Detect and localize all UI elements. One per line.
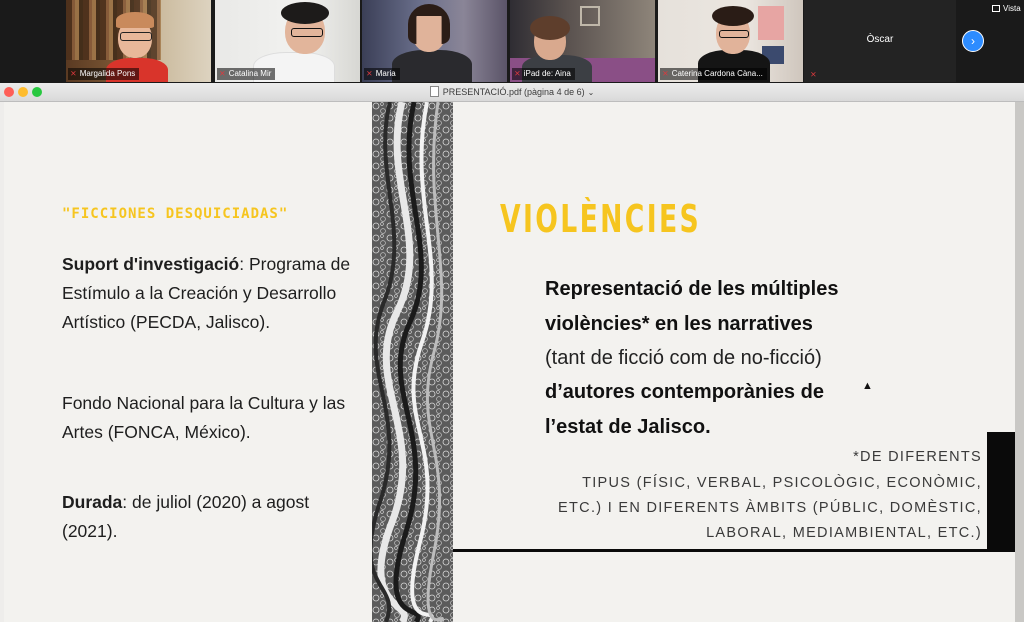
note-accent-bar (987, 432, 1015, 552)
footnote-line: TIPUS (FÍSIC, VERBAL, PSICOLÒGIC, ECONÒM… (582, 475, 982, 491)
participant-name: Margalida Pons (79, 69, 136, 78)
participant-tile-oscar[interactable]: Òscar ⨯ (804, 0, 956, 82)
marble-pattern (372, 102, 453, 622)
view-button[interactable]: Vista (992, 4, 1021, 13)
window-title[interactable]: PRESENTACIÓ.pdf (pàgina 4 de 6) ⌄ (0, 86, 1024, 97)
pdf-viewer-window: PRESENTACIÓ.pdf (pàgina 4 de 6) ⌄ "FICCIO… (0, 83, 1024, 622)
participant-name: Catalina Mir (228, 69, 272, 78)
footnote-line: *DE DIFERENTS (853, 449, 982, 465)
description-line: violències* en les narratives (545, 313, 813, 335)
muted-mic-icon: ⨯ (366, 69, 373, 78)
participant-name-tag: ⨯ Margalida Pons (68, 68, 140, 80)
fonca-paragraph: Fondo Nacional para la Cultura y las Art… (62, 393, 346, 442)
participant-strip: ⨯ Margalida Pons ⨯ Catalina Mir ⨯ Maria (0, 0, 1024, 83)
footnote-line: ETC.) I EN DIFERENTS ÀMBITS (PÚBLIC, DOM… (558, 500, 982, 516)
window-titlebar[interactable]: PRESENTACIÓ.pdf (pàgina 4 de 6) ⌄ (0, 83, 1024, 102)
gallery-view-icon (992, 5, 1000, 13)
description-line: Representació de les múltiples (545, 278, 839, 300)
muted-mic-icon: ⨯ (662, 69, 669, 78)
mouse-cursor-icon: ▲ (862, 380, 873, 392)
support-paragraph: Suport d'investigació: Programa de Estím… (62, 250, 362, 337)
participant-tile-margalida[interactable]: ⨯ Margalida Pons (66, 0, 211, 82)
duration-label: Durada (62, 492, 123, 512)
marbled-paper-image (372, 102, 453, 622)
participant-name: Maria (375, 69, 396, 78)
participant-name-tag: ⨯ Catalina Mir (217, 68, 276, 80)
description-line: d’autores contemporànies de (545, 381, 824, 403)
participant-tile-caterina[interactable]: ⨯ Caterina Cardona Càna... (658, 0, 803, 82)
chevron-down-icon: ⌄ (587, 88, 595, 97)
description-line: l’estat de Jalisco. (545, 416, 711, 438)
participant-tile-catalina[interactable]: ⨯ Catalina Mir (215, 0, 360, 82)
muted-mic-icon: ⨯ (810, 70, 817, 79)
muted-mic-icon: ⨯ (70, 69, 77, 78)
participant-tile-maria[interactable]: ⨯ Maria (362, 0, 507, 82)
participant-name: Caterina Cardona Càna... (671, 69, 763, 78)
participant-name-tag: ⨯ Caterina Cardona Càna... (660, 68, 767, 80)
support-label: Suport d'investigació (62, 254, 240, 274)
presentation-slide: "FICCIONES DESQUICIADAS" Suport d'invest… (4, 102, 1015, 622)
participant-name-tag: ⨯ Maria (364, 68, 400, 80)
note-underline (453, 549, 1015, 552)
muted-mic-icon: ⨯ (219, 69, 226, 78)
participant-name-tag: ⨯ iPad de: Aina (512, 68, 575, 80)
muted-mic-icon: ⨯ (514, 69, 521, 78)
description-line: (tant de ficció com de no-ficció) (545, 347, 822, 369)
slide-title: VIOLÈNCIES (500, 197, 702, 241)
participant-name: Òscar (866, 34, 894, 45)
duration-paragraph: Durada: de juliol (2020) a agost (2021). (62, 488, 362, 546)
slide-edge (1015, 102, 1024, 622)
participant-name: iPad de: Aina (523, 69, 571, 78)
view-label: Vista (1003, 4, 1021, 13)
project-subtitle: "FICCIONES DESQUICIADAS" (62, 206, 289, 222)
footnote-line: LABORAL, MEDIAMBIENTAL, ETC.) (706, 525, 982, 541)
next-participants-button[interactable]: › (962, 30, 984, 52)
participant-tile-aina[interactable]: ⨯ iPad de: Aina (510, 0, 655, 82)
pdf-document-icon (429, 86, 439, 97)
document-title: PRESENTACIÓ.pdf (pàgina 4 de 6) (442, 87, 585, 97)
chevron-right-icon: › (971, 34, 975, 48)
